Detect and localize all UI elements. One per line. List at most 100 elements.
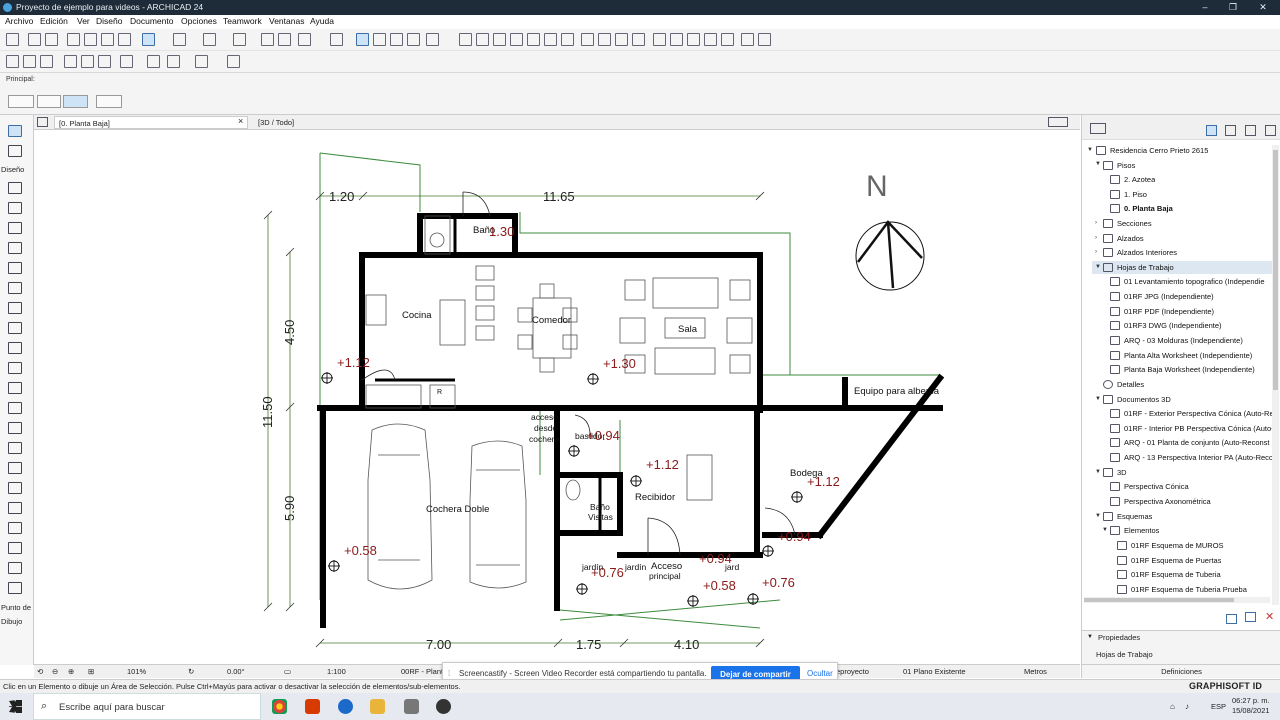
expand-arrow-icon[interactable]: ▼ bbox=[1095, 161, 1101, 167]
favorites-star-icon[interactable] bbox=[721, 33, 734, 46]
arrow-mode-dropdown[interactable] bbox=[96, 95, 122, 108]
drawing-scale[interactable]: 1:100 bbox=[327, 667, 346, 676]
menu-documento[interactable]: Documento bbox=[130, 16, 173, 26]
collapse-arrow-icon[interactable]: › bbox=[1095, 220, 1097, 226]
expand-arrow-icon[interactable]: ▼ bbox=[1102, 527, 1108, 533]
door-icon[interactable] bbox=[147, 55, 160, 68]
tab-close-icon[interactable]: × bbox=[238, 116, 243, 126]
nav-item-schedule[interactable]: 01RF Esquema de MUROS bbox=[1131, 541, 1224, 550]
input-language[interactable]: ESP bbox=[1211, 702, 1226, 711]
zoom-icon[interactable]: ⊞ bbox=[88, 667, 94, 676]
office-icon[interactable] bbox=[305, 699, 320, 714]
nav-item-worksheet[interactable]: 01RF JPG (Independiente) bbox=[1124, 292, 1272, 301]
curtain-wall-tool-icon[interactable] bbox=[8, 442, 22, 454]
opening-tool-icon[interactable] bbox=[8, 562, 22, 574]
expand-arrow-icon[interactable]: ▼ bbox=[1095, 513, 1101, 519]
nav-item-worksheet[interactable]: 01 Levantamiento topografico (Independie bbox=[1124, 277, 1272, 286]
beam-tool-icon[interactable] bbox=[8, 302, 22, 314]
roof-tool-icon[interactable] bbox=[40, 55, 53, 68]
expand-arrow-icon[interactable]: ▼ bbox=[1087, 147, 1093, 153]
stair-tool-icon[interactable] bbox=[8, 322, 22, 334]
nav-item-worksheet[interactable]: ARQ - 03 Molduras (Independiente) bbox=[1124, 336, 1272, 345]
tab-planta-baja[interactable]: [0. Planta Baja] bbox=[54, 116, 248, 129]
eyedropper-icon[interactable] bbox=[118, 33, 131, 46]
zone-tool-icon[interactable] bbox=[8, 462, 22, 474]
expand-arrow-icon[interactable]: ▼ bbox=[1095, 264, 1101, 270]
nav-item-elementos[interactable]: Elementos bbox=[1124, 526, 1159, 535]
minimize-button[interactable]: – bbox=[1190, 0, 1220, 15]
inject-icon[interactable] bbox=[101, 33, 114, 46]
morph-tool-icon[interactable] bbox=[8, 402, 22, 414]
split-window-icon[interactable] bbox=[741, 33, 754, 46]
navigator-new-view-icon[interactable] bbox=[1226, 614, 1237, 624]
nav-item-alzados[interactable]: Alzados bbox=[1117, 234, 1144, 243]
snap-points-icon[interactable] bbox=[203, 33, 216, 46]
nav-item-alzados-interiores[interactable]: Alzados Interiores bbox=[1117, 248, 1177, 257]
tab-3d-todo[interactable]: [3D / Todo] bbox=[254, 116, 454, 129]
section-marker-icon[interactable] bbox=[581, 33, 594, 46]
trace-icon[interactable] bbox=[356, 33, 369, 46]
curtain-wall-icon[interactable] bbox=[81, 55, 94, 68]
shell-tool-icon[interactable] bbox=[8, 382, 22, 394]
3d-window-icon[interactable] bbox=[670, 33, 683, 46]
collapse-arrow-icon[interactable]: › bbox=[1095, 235, 1097, 241]
archicad-taskbar-icon[interactable] bbox=[338, 699, 353, 714]
nav-item-schedule[interactable]: 01RF Esquema de Tuberia bbox=[1131, 570, 1221, 579]
guide-line-icon[interactable] bbox=[142, 33, 155, 46]
navigator-h-scrollbar[interactable] bbox=[1084, 597, 1270, 603]
arrow-tool-icon[interactable] bbox=[8, 125, 22, 137]
beam-icon[interactable] bbox=[120, 55, 133, 68]
nav-item-3d[interactable]: 3D bbox=[1117, 468, 1127, 477]
volume-icon[interactable]: ♪ bbox=[1185, 702, 1189, 711]
navigator-menu-icon[interactable] bbox=[1090, 123, 1106, 134]
zoom-out-icon[interactable]: ⊖ bbox=[52, 667, 58, 676]
object-tool-icon[interactable] bbox=[8, 262, 22, 274]
navigator-scrollbar[interactable] bbox=[1272, 145, 1279, 605]
redo-icon[interactable] bbox=[45, 33, 58, 46]
nav-item-schedule[interactable]: 01RF Esquema de Tuberia Prueba bbox=[1131, 585, 1247, 594]
layer-combination[interactable]: 00RF - Plant bbox=[401, 667, 443, 676]
menu-teamwork[interactable]: Teamwork bbox=[223, 16, 262, 26]
dimension-units[interactable]: Metros bbox=[1024, 667, 1047, 676]
selection-method-dropdown[interactable] bbox=[37, 95, 61, 108]
snap-guides-icon[interactable] bbox=[173, 33, 186, 46]
nav-item-worksheet[interactable]: 01RF PDF (Independiente) bbox=[1124, 307, 1272, 316]
fillet-icon[interactable] bbox=[527, 33, 540, 46]
taskbar-clock[interactable]: 06:27 p. m. 15/08/2021 bbox=[1232, 696, 1270, 716]
3d-view-icon[interactable] bbox=[653, 33, 666, 46]
stair-icon[interactable] bbox=[195, 55, 208, 68]
model-view-option[interactable]: eproyecto bbox=[836, 667, 869, 676]
maximize-button[interactable]: ❐ bbox=[1218, 0, 1248, 15]
nav-item-documentos-3d[interactable]: Documentos 3D bbox=[1117, 395, 1171, 404]
hide-button[interactable]: Ocultar bbox=[807, 669, 833, 678]
menu-archivo[interactable]: Archivo bbox=[5, 16, 33, 26]
cross-icon[interactable] bbox=[390, 33, 403, 46]
floor-plan-canvas[interactable]: N 1.20 11.65 4.50 11.50 5.90 7.00 1.75 4… bbox=[34, 130, 1080, 664]
lock-icon[interactable] bbox=[330, 33, 343, 46]
intersect-icon[interactable] bbox=[510, 33, 523, 46]
nav-item-schedule[interactable]: 01RF Esquema de Puertas bbox=[1131, 556, 1221, 565]
railing-icon[interactable] bbox=[227, 55, 240, 68]
selection-icon[interactable] bbox=[298, 33, 311, 46]
menu-diseno[interactable]: Diseño bbox=[96, 16, 122, 26]
tab-overview-icon[interactable] bbox=[37, 117, 48, 127]
split-icon[interactable] bbox=[476, 33, 489, 46]
nav-item-3d-document[interactable]: 01RF - Exterior Perspectiva Cónica (Auto… bbox=[1124, 409, 1272, 418]
rotation-angle[interactable]: 0.00° bbox=[227, 667, 245, 676]
nav-item-worksheet[interactable]: Planta Baja Worksheet (Independiente) bbox=[1124, 365, 1272, 374]
expand-arrow-icon[interactable]: ▼ bbox=[1095, 469, 1101, 475]
window-tool-icon[interactable] bbox=[8, 242, 22, 254]
collapse-arrow-icon[interactable]: ▼ bbox=[1087, 634, 1093, 640]
scale-icon[interactable]: ▭ bbox=[284, 667, 291, 676]
wall-end-tool-icon[interactable] bbox=[8, 542, 22, 554]
show-trace-icon[interactable] bbox=[373, 33, 386, 46]
nav-item-pisos[interactable]: Pisos bbox=[1117, 161, 1135, 170]
nav-item-3d-document[interactable]: ARQ - 13 Perspectiva Interior PA (Auto-R… bbox=[1124, 453, 1272, 462]
wall-icon[interactable] bbox=[6, 55, 19, 68]
navigator-settings-icon[interactable] bbox=[1245, 612, 1256, 622]
navigator-h-scroll-thumb[interactable] bbox=[1084, 598, 1234, 602]
door-tool-icon[interactable] bbox=[8, 222, 22, 234]
close-button[interactable]: ✕ bbox=[1248, 0, 1278, 15]
geometry-method-dropdown[interactable] bbox=[8, 95, 34, 108]
obs-icon[interactable] bbox=[436, 699, 451, 714]
